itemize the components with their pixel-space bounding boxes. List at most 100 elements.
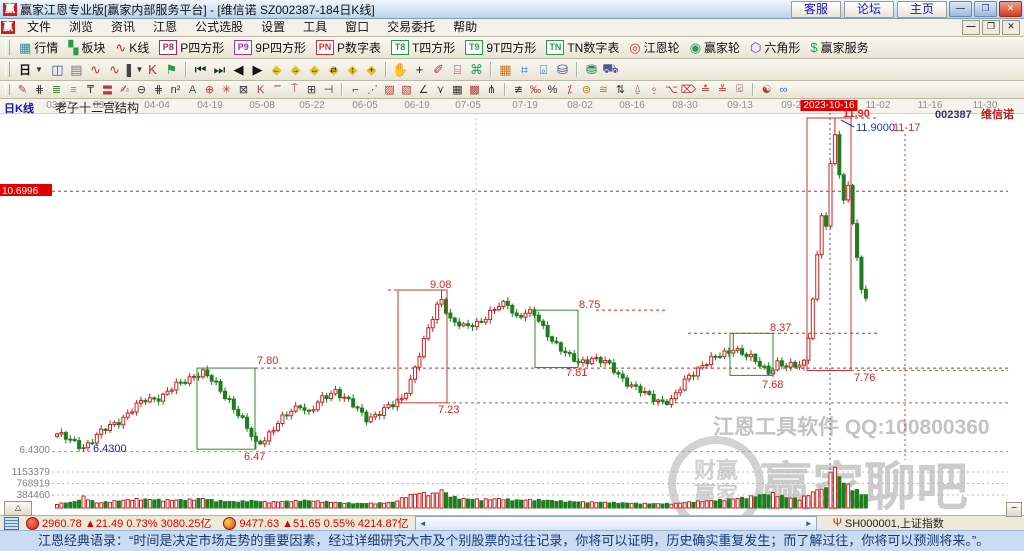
volume-bar bbox=[152, 499, 157, 509]
volume-bar bbox=[541, 500, 546, 509]
candle-body bbox=[218, 380, 223, 392]
volume-bar bbox=[359, 503, 364, 509]
volume-bar bbox=[660, 503, 665, 509]
volume-bar bbox=[700, 501, 705, 509]
volume-bar bbox=[231, 501, 236, 509]
status-bar: 2960.78 ▲21.49 0.73% 3080.25亿 9477.63 ▲5… bbox=[0, 515, 1024, 531]
volume-bar bbox=[187, 498, 192, 509]
volume-bar bbox=[280, 500, 285, 509]
candle-body bbox=[819, 215, 824, 256]
candle-body bbox=[152, 397, 157, 400]
volume-bar bbox=[801, 495, 806, 509]
candle-body bbox=[156, 398, 161, 402]
chart-annotation-label: 8.75 bbox=[579, 299, 600, 311]
candle-body bbox=[147, 397, 152, 403]
volume-bar bbox=[735, 498, 740, 509]
candle-body bbox=[329, 393, 334, 399]
volume-bar bbox=[435, 492, 440, 509]
volume-bar bbox=[192, 499, 197, 509]
volume-bar bbox=[757, 494, 762, 509]
volume-bar bbox=[536, 498, 541, 509]
candle-body bbox=[550, 336, 555, 342]
candle-body bbox=[439, 299, 444, 305]
date-tick-highlighted[interactable]: 2023-10-16 bbox=[800, 100, 858, 111]
candle-body bbox=[616, 371, 621, 375]
market-grid-icon[interactable] bbox=[4, 516, 19, 530]
volume-bar bbox=[443, 492, 448, 509]
volume-bar bbox=[567, 500, 572, 509]
candle-body bbox=[368, 416, 373, 423]
volume-bar bbox=[616, 503, 621, 509]
candle-body bbox=[130, 411, 135, 414]
volume-bar bbox=[642, 502, 647, 509]
candle-body bbox=[68, 438, 73, 441]
volume-bar bbox=[695, 500, 700, 509]
volume-zoom-out-button[interactable]: − bbox=[1006, 502, 1022, 517]
candle-body bbox=[536, 314, 541, 322]
candle-body bbox=[700, 365, 705, 369]
candle-body bbox=[514, 312, 519, 317]
volume-bar bbox=[178, 499, 183, 509]
candle-body bbox=[722, 350, 727, 358]
sh-index-icon bbox=[26, 516, 39, 530]
volume-bar bbox=[324, 500, 329, 509]
candle-body bbox=[594, 357, 599, 360]
candle-body bbox=[417, 356, 422, 368]
volume-axis-label: 1153379 bbox=[12, 467, 51, 478]
volume-bar bbox=[351, 503, 356, 509]
candle-body bbox=[766, 365, 771, 375]
chart-annotation-label: 7.81 bbox=[566, 367, 587, 379]
candle-body bbox=[337, 388, 342, 399]
volume-bar bbox=[94, 502, 99, 509]
volume-bar bbox=[426, 495, 431, 509]
scroll-right-icon[interactable]: ► bbox=[802, 519, 816, 528]
candle-body bbox=[426, 327, 431, 339]
candle-body bbox=[744, 353, 749, 358]
candle-body bbox=[231, 398, 236, 410]
volume-bar bbox=[558, 500, 563, 509]
scroll-left-icon[interactable]: ◄ bbox=[416, 519, 430, 528]
volume-bar bbox=[713, 500, 718, 509]
volume-bar bbox=[603, 501, 608, 509]
volume-bar bbox=[112, 500, 117, 509]
candle-body bbox=[125, 412, 130, 418]
volume-bar bbox=[258, 501, 263, 509]
volume-bar bbox=[563, 501, 568, 509]
chart-annotation-label: 7.80 bbox=[257, 355, 278, 367]
volume-bar bbox=[832, 466, 837, 509]
volume-bar bbox=[143, 498, 148, 509]
current-index-label[interactable]: SH000001,上证指数 bbox=[845, 515, 944, 531]
candle-body bbox=[673, 392, 678, 400]
horizontal-scrollbar[interactable]: ◄ ► bbox=[414, 515, 817, 531]
candle-body bbox=[85, 442, 90, 449]
sz-index-quote[interactable]: 9477.63 ▲51.65 0.55% 4214.87亿 bbox=[239, 515, 408, 531]
candle-body bbox=[81, 447, 86, 450]
volume-bar bbox=[656, 503, 661, 509]
kline-chart[interactable]: 江恩工具软件 QQ:100800360财赢赢家赢家聊吧jiaoba.yjcf36… bbox=[0, 0, 1024, 551]
volume-bar bbox=[227, 501, 232, 509]
candle-body bbox=[660, 399, 665, 402]
volume-bar bbox=[222, 501, 227, 509]
collapse-volume-button[interactable]: △ bbox=[4, 501, 32, 516]
candle-body bbox=[479, 320, 484, 323]
sz-index-icon bbox=[223, 516, 237, 530]
volume-bar bbox=[386, 502, 391, 509]
volume-bar bbox=[598, 501, 603, 509]
candle-body bbox=[598, 357, 603, 364]
gann-quote-bar: 江恩经典语录：“时间是决定市场走势的重要因素，经过详细研究大市及个别股票的过往记… bbox=[0, 530, 1024, 551]
volume-bar bbox=[519, 499, 524, 509]
candle-body bbox=[430, 319, 435, 329]
chart-annotation-label: 11-17 bbox=[893, 122, 920, 134]
candle-body bbox=[625, 377, 630, 387]
candle-body bbox=[245, 416, 250, 429]
candle-body bbox=[784, 365, 789, 368]
volume-bar bbox=[576, 501, 581, 509]
sh-index-quote[interactable]: 2960.78 ▲21.49 0.73% 3080.25亿 bbox=[42, 515, 211, 531]
candle-body bbox=[200, 369, 205, 378]
volume-bar bbox=[249, 499, 254, 509]
candle-body bbox=[634, 384, 639, 387]
candle-body bbox=[589, 358, 594, 365]
volume-bar bbox=[837, 476, 842, 509]
candle-body bbox=[249, 427, 254, 437]
volume-bar bbox=[368, 502, 373, 509]
